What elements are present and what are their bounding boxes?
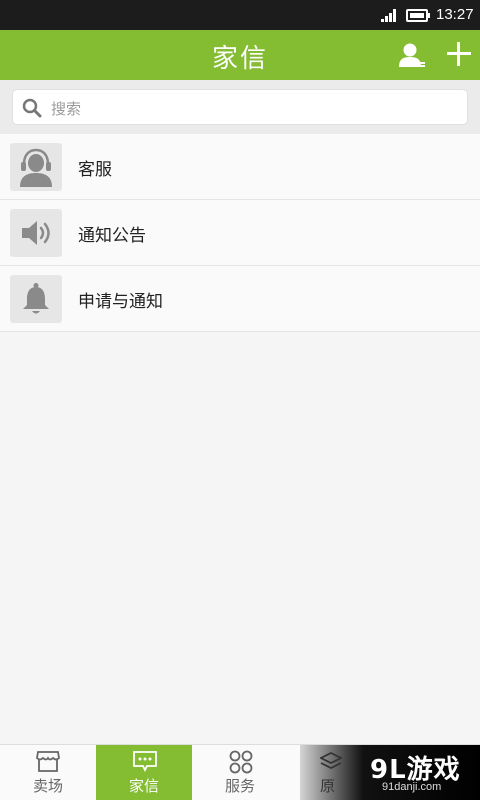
customer-service-icon — [20, 148, 52, 187]
list-item-announcements[interactable]: 通知公告 — [0, 200, 480, 266]
tab-store[interactable]: 卖场 — [0, 745, 96, 800]
status-time: 13:27 — [436, 6, 474, 23]
list-item-label: 客服 — [78, 160, 112, 180]
message-list: 客服 通知公告 申请与通知 — [0, 134, 480, 332]
tab-label: 家信 — [128, 777, 159, 795]
list-item-customer-service[interactable]: 客服 — [0, 134, 480, 200]
contact-icon[interactable] — [398, 42, 426, 68]
search-bar: 搜索 — [0, 80, 480, 134]
tab-messages[interactable]: 家信 — [96, 745, 192, 800]
tab-services[interactable]: 服务 — [192, 745, 288, 800]
app-header: 家信 — [0, 30, 480, 80]
speaker-icon — [22, 221, 50, 245]
tab-label: 原 — [320, 777, 336, 795]
tab-label: 服务 — [224, 777, 255, 795]
services-icon — [229, 750, 253, 774]
bottom-nav: 卖场 家信 服务 原 9L游戏 91danji.com — [0, 744, 480, 800]
bell-icon — [23, 283, 49, 314]
tab-label: 卖场 — [32, 777, 63, 795]
customer-service-thumb — [10, 143, 62, 191]
applications-thumb — [10, 275, 62, 323]
search-placeholder: 搜索 — [51, 100, 82, 118]
search-icon — [22, 98, 42, 118]
layers-icon — [320, 751, 342, 770]
watermark-url: 91danji.com — [382, 781, 442, 793]
battery-icon — [406, 9, 428, 22]
announcements-thumb — [10, 209, 62, 257]
search-input[interactable]: 搜索 — [12, 89, 468, 125]
watermark-overlay: 原 9L游戏 91danji.com — [300, 745, 480, 800]
store-icon — [36, 751, 60, 772]
add-icon[interactable] — [445, 40, 473, 68]
signal-icon — [381, 9, 399, 22]
status-bar: 13:27 — [0, 0, 480, 30]
list-item-applications[interactable]: 申请与通知 — [0, 266, 480, 332]
list-item-label: 通知公告 — [78, 226, 146, 246]
list-item-label: 申请与通知 — [78, 292, 163, 312]
message-icon — [133, 751, 157, 772]
